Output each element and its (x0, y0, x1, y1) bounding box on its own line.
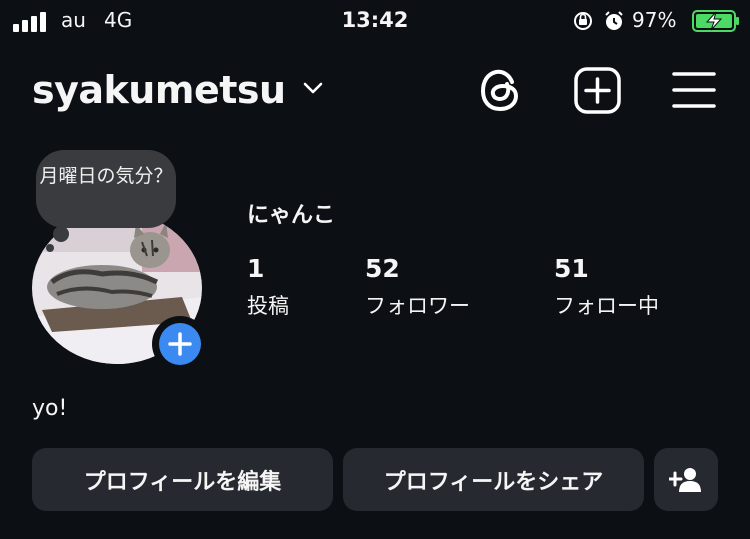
followers-label[interactable]: フォロワー (365, 290, 470, 320)
note-bubble-tail-dot (46, 244, 54, 252)
note-bubble[interactable] (36, 150, 176, 228)
hamburger-menu-icon[interactable] (671, 70, 717, 110)
following-count[interactable]: 51 (554, 254, 589, 283)
following-label[interactable]: フォロー中 (554, 290, 659, 320)
add-story-button[interactable] (159, 323, 201, 365)
posts-count[interactable]: 1 (247, 254, 264, 283)
battery-charging-icon (692, 10, 739, 32)
status-icons (574, 11, 623, 30)
status-bar: au 4G 13:42 97% (0, 0, 750, 40)
followers-count[interactable]: 52 (365, 254, 400, 283)
create-plus-icon[interactable] (573, 67, 623, 115)
bio-text: yo! (32, 396, 68, 421)
display-name: にゃんこ (247, 203, 336, 228)
orientation-lock-icon (574, 12, 592, 30)
battery-percent: 97% (632, 8, 677, 32)
note-bubble-tail (53, 226, 69, 242)
discover-people-button[interactable] (654, 448, 718, 511)
add-person-icon (669, 467, 701, 492)
chevron-down-icon[interactable] (302, 80, 324, 96)
posts-label[interactable]: 投稿 (247, 290, 289, 320)
share-profile-button[interactable]: プロフィールをシェア (343, 448, 644, 511)
note-text: 月曜日の気分？ (39, 165, 173, 187)
threads-icon[interactable] (478, 66, 524, 114)
username-switcher[interactable]: syakumetsu (32, 68, 286, 112)
alarm-icon (605, 11, 623, 30)
edit-profile-button[interactable]: プロフィールを編集 (32, 448, 333, 511)
plus-icon (168, 332, 192, 356)
